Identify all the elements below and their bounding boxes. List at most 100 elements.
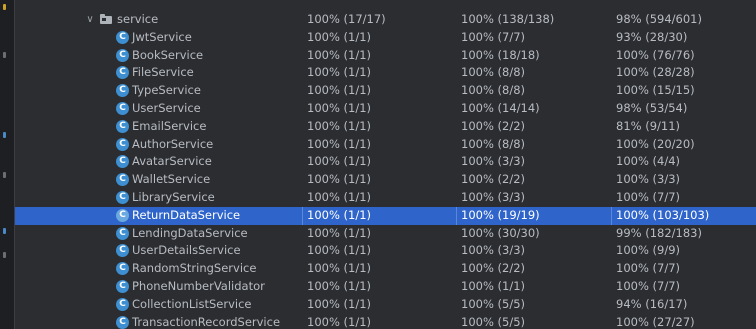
method-coverage-cell: 100% (3/3): [461, 189, 526, 204]
class-row[interactable]: C WalletService 100% (1/1) 100% (2/2) 100% (…: [15, 171, 756, 189]
line-coverage-cell: 94% (16/17): [616, 296, 688, 311]
class-name: AuthorService: [132, 136, 214, 151]
class-row[interactable]: C BookService 100% (1/1) 100% (18/18) 100% (…: [15, 47, 756, 65]
class-coverage-cell: 100% (1/1): [307, 29, 372, 44]
class-row[interactable]: C LendingDataService 100% (1/1) 100% (30/30…: [15, 225, 756, 243]
class-icon: C: [116, 119, 129, 133]
class-coverage-cell: 100% (1/1): [307, 47, 372, 62]
class-row[interactable]: C AuthorService 100% (1/1) 100% (8/8) 100% (…: [15, 136, 756, 154]
class-icon: C: [116, 226, 129, 240]
method-coverage-cell: 100% (19/19): [461, 207, 540, 222]
line-coverage-cell: 100% (103/103): [616, 207, 710, 222]
class-row[interactable]: C TypeService 100% (1/1) 100% (8/8) 100% (15…: [15, 82, 756, 100]
class-name: LibraryService: [132, 189, 215, 204]
class-name: JwtService: [132, 29, 192, 44]
method-coverage-cell: 100% (8/8): [461, 83, 526, 98]
class-icon: C: [116, 315, 129, 329]
chevron-down-icon[interactable]: ∨: [84, 11, 96, 29]
class-coverage-cell: 100% (1/1): [307, 296, 372, 311]
class-name: AvatarService: [132, 154, 212, 169]
line-coverage-cell: 99% (182/183): [616, 225, 702, 240]
class-name: UserService: [132, 100, 201, 115]
class-name: FileService: [132, 65, 194, 80]
class-coverage-cell: 100% (1/1): [307, 261, 372, 276]
class-icon: C: [116, 262, 129, 276]
package-folder-icon: [100, 14, 112, 24]
class-row[interactable]: C PhoneNumberValidator 100% (1/1) 100% (1/1…: [15, 278, 756, 296]
line-coverage-cell: 100% (76/76): [616, 47, 695, 62]
class-coverage-cell: 100% (1/1): [307, 83, 372, 98]
method-coverage-cell: 100% (3/3): [461, 154, 526, 169]
method-coverage-cell: 100% (14/14): [461, 100, 540, 115]
gutter-marker: [3, 172, 6, 178]
class-name: PhoneNumberValidator: [132, 278, 265, 293]
line-coverage-cell: 100% (4/4): [616, 154, 681, 169]
class-icon: C: [116, 66, 129, 80]
method-coverage-cell: 100% (138/138): [461, 12, 555, 26]
class-name: ReturnDataService: [132, 207, 241, 222]
class-row[interactable]: C RandomStringService 100% (1/1) 100% (2/2)…: [15, 260, 756, 278]
line-coverage-cell: 100% (15/15): [616, 83, 695, 98]
class-coverage-cell: 100% (1/1): [307, 225, 372, 240]
class-icon: C: [116, 190, 129, 204]
class-row[interactable]: C CollectionListService 100% (1/1) 100% (5/…: [15, 296, 756, 314]
class-name: LendingDataService: [132, 225, 248, 240]
gutter-marker: [3, 132, 6, 138]
class-row[interactable]: C UserService 100% (1/1) 100% (14/14) 98% (5…: [15, 100, 756, 118]
class-coverage-cell: 100% (1/1): [307, 314, 372, 329]
class-icon: C: [116, 244, 129, 258]
class-name: CollectionListService: [132, 296, 252, 311]
line-coverage-cell: 98% (53/54): [616, 100, 688, 115]
method-coverage-cell: 100% (5/5): [461, 296, 526, 311]
class-row[interactable]: C ReturnDataService 100% (1/1) 100% (19/19)…: [15, 206, 756, 225]
class-name: BookService: [132, 47, 204, 62]
method-coverage-cell: 100% (30/30): [461, 225, 540, 240]
class-coverage-cell: 100% (1/1): [307, 118, 372, 133]
class-coverage-cell: 100% (1/1): [307, 278, 372, 293]
class-icon: C: [116, 137, 129, 151]
class-row[interactable]: C LibraryService 100% (1/1) 100% (3/3) 100% …: [15, 189, 756, 207]
class-coverage-cell: 100% (1/1): [307, 189, 372, 204]
class-name: UserDetailsService: [132, 243, 241, 258]
class-icon: C: [116, 155, 129, 169]
method-coverage-cell: 100% (2/2): [461, 172, 526, 187]
coverage-tool-window: ∨ service 100% (17/17) 100% (138/138) 98…: [0, 0, 756, 329]
class-name: RandomStringService: [132, 261, 257, 276]
class-name: TypeService: [132, 83, 201, 98]
class-row[interactable]: C AvatarService 100% (1/1) 100% (3/3) 100% (…: [15, 153, 756, 171]
class-coverage-cell: 100% (1/1): [307, 207, 372, 222]
class-coverage-cell: 100% (1/1): [307, 65, 372, 80]
line-coverage-cell: 81% (9/11): [616, 118, 681, 133]
method-coverage-cell: 100% (1/1): [461, 278, 526, 293]
class-row[interactable]: C FileService 100% (1/1) 100% (8/8) 100% (28…: [15, 64, 756, 82]
method-coverage-cell: 100% (7/7): [461, 29, 526, 44]
class-row[interactable]: C EmailService 100% (1/1) 100% (2/2) 81% (9/…: [15, 118, 756, 136]
class-row[interactable]: C UserDetailsService 100% (1/1) 100% (3/3) 1…: [15, 242, 756, 260]
gutter-marker: [3, 52, 6, 58]
class-name: TransactionRecordService: [132, 314, 281, 329]
class-icon: C: [116, 48, 129, 62]
class-coverage-cell: 100% (1/1): [307, 154, 372, 169]
method-coverage-cell: 100% (2/2): [461, 261, 526, 276]
class-row[interactable]: C JwtService 100% (1/1) 100% (7/7) 93% (28/3…: [15, 29, 756, 47]
method-coverage-cell: 100% (8/8): [461, 65, 526, 80]
line-coverage-cell: 100% (7/7): [616, 278, 681, 293]
class-name: WalletService: [132, 172, 211, 187]
line-coverage-cell: 100% (20/20): [616, 136, 695, 151]
class-icon: C: [116, 84, 129, 98]
editor-gutter: [0, 0, 15, 329]
class-coverage-cell: 100% (1/1): [307, 243, 372, 258]
class-coverage-cell: 100% (1/1): [307, 100, 372, 115]
class-coverage-cell: 100% (1/1): [307, 172, 372, 187]
package-row[interactable]: ∨ service 100% (17/17) 100% (138/138) 98…: [15, 11, 756, 29]
class-icon: C: [116, 297, 129, 311]
package-name: service: [117, 12, 159, 26]
class-icon: C: [116, 173, 129, 187]
class-coverage-cell: 100% (1/1): [307, 136, 372, 151]
line-coverage-cell: 100% (3/3): [616, 172, 681, 187]
class-row[interactable]: C TransactionRecordService 100% (1/1) 100% …: [15, 314, 756, 329]
method-coverage-cell: 100% (3/3): [461, 243, 526, 258]
method-coverage-cell: 100% (8/8): [461, 136, 526, 151]
class-name: EmailService: [132, 118, 207, 133]
line-coverage-cell: 100% (7/7): [616, 261, 681, 276]
